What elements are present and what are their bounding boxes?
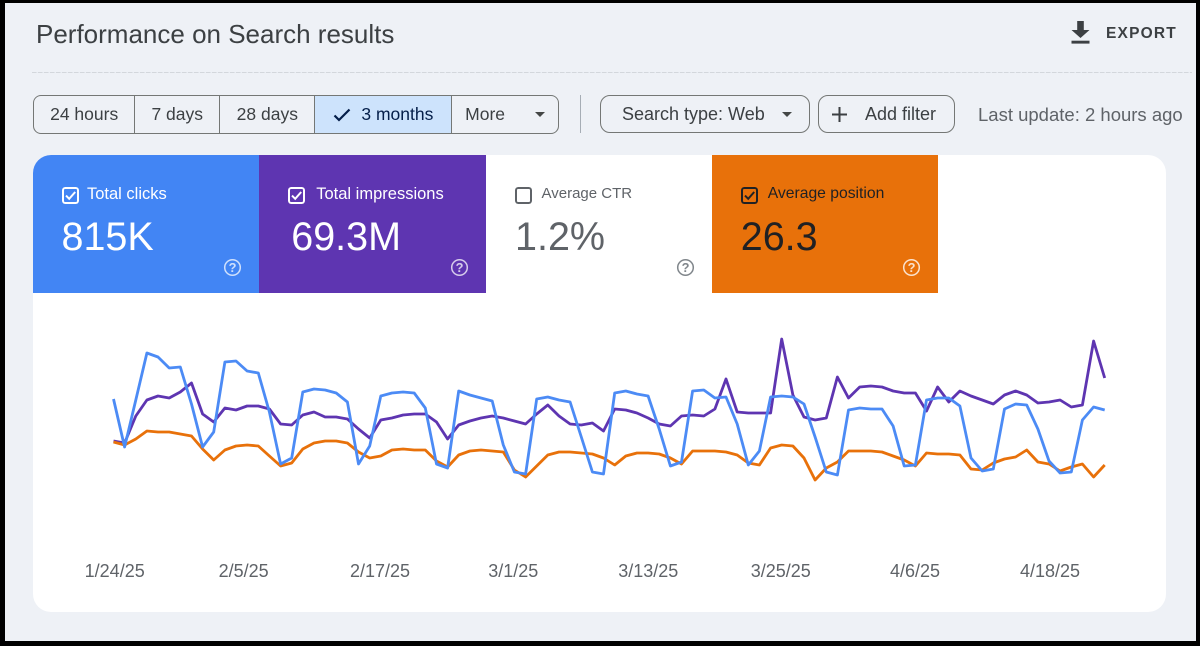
svg-text:?: ? [455,260,463,275]
svg-text:?: ? [681,260,689,275]
svg-text:?: ? [908,260,916,275]
svg-text:?: ? [229,260,237,275]
